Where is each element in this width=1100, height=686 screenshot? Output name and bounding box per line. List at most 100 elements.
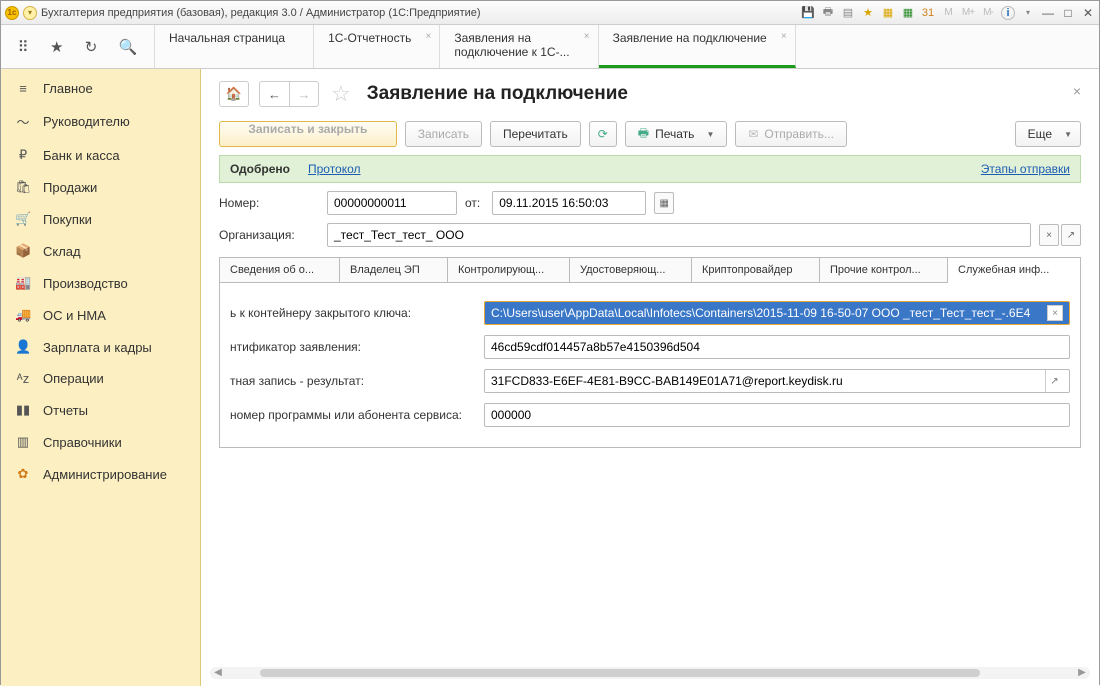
sidebar-item-label: Производство bbox=[43, 276, 128, 291]
sidebar-item-sales[interactable]: 🛍Продажи bbox=[1, 171, 200, 203]
chart-icon: 〜 bbox=[15, 112, 31, 131]
ruble-icon: ₽ bbox=[15, 147, 31, 163]
app-id-field[interactable]: 46cd59cdf014457a8b57e4150396d504 bbox=[484, 335, 1070, 359]
sidebar-item-catalogs[interactable]: ▥Справочники bbox=[1, 426, 200, 458]
sidebar-item-warehouse[interactable]: 📦Склад bbox=[1, 235, 200, 267]
print-button[interactable]: 🖶Печать▼ bbox=[625, 121, 728, 147]
send-stages-link[interactable]: Этапы отправки bbox=[981, 162, 1070, 176]
quick-access-bar: ⠿ ★ ↻ 🔍 bbox=[1, 25, 155, 68]
tab-controlling[interactable]: Контролирующ... bbox=[448, 258, 570, 283]
sidebar-item-operations[interactable]: ᴬᴢОперации bbox=[1, 363, 200, 394]
close-icon[interactable]: × bbox=[781, 31, 787, 42]
protocol-link[interactable]: Протокол bbox=[308, 162, 361, 176]
organization-field[interactable]: _тест_Тест_тест_ ООО bbox=[327, 223, 1031, 247]
status-text: Одобрено bbox=[230, 162, 290, 176]
result-account-row: тная запись - результат: 31FCD833-E6EF-4… bbox=[230, 369, 1070, 393]
close-window-icon[interactable]: ✕ bbox=[1081, 6, 1095, 20]
send-button[interactable]: ✉Отправить... bbox=[735, 121, 847, 147]
sidebar-item-reports[interactable]: ▮▮Отчеты bbox=[1, 394, 200, 426]
tab-service-info[interactable]: Служебная инф... bbox=[948, 258, 1080, 283]
forward-button[interactable]: → bbox=[289, 81, 319, 107]
sidebar-item-label: Зарплата и кадры bbox=[43, 340, 152, 355]
calculator-icon[interactable]: ▦ bbox=[901, 6, 915, 20]
scroll-left-icon[interactable]: ◀ bbox=[212, 667, 224, 679]
more-label: Еще bbox=[1028, 127, 1052, 141]
tab-home[interactable]: Начальная страница bbox=[155, 25, 314, 68]
titlebar-dropdown-icon[interactable]: ▾ bbox=[23, 6, 37, 20]
sidebar-item-manager[interactable]: 〜Руководителю bbox=[1, 104, 200, 139]
close-icon[interactable]: × bbox=[426, 31, 432, 42]
home-button[interactable]: 🏠 bbox=[219, 81, 249, 107]
status-bar: Одобрено Протокол Этапы отправки bbox=[219, 155, 1081, 183]
minimize-icon[interactable]: — bbox=[1041, 6, 1055, 20]
horizontal-scrollbar[interactable]: ◀ ▶ bbox=[210, 667, 1090, 679]
tab-certifying[interactable]: Удостоверяющ... bbox=[570, 258, 692, 283]
save-and-close-button[interactable]: Записать и закрыть bbox=[219, 121, 397, 147]
memory-m-plus[interactable]: M+ bbox=[961, 6, 975, 20]
more-button[interactable]: Еще▼ bbox=[1015, 121, 1081, 147]
save-icon[interactable]: 💾 bbox=[801, 6, 815, 20]
number-field[interactable]: 00000000011 bbox=[327, 191, 457, 215]
tab-crypto[interactable]: Криптопровайдер bbox=[692, 258, 820, 283]
organization-label: Организация: bbox=[219, 228, 319, 242]
sidebar-item-assets[interactable]: 🚚ОС и НМА bbox=[1, 299, 200, 331]
tab-label: Начальная страница bbox=[169, 31, 285, 45]
memory-m[interactable]: M bbox=[941, 6, 955, 20]
page-close-icon[interactable]: × bbox=[1073, 83, 1081, 99]
open-result-button[interactable]: ↗ bbox=[1045, 370, 1063, 392]
sidebar-item-label: Покупки bbox=[43, 212, 92, 227]
tab-applications-list[interactable]: Заявления на подключение к 1С-... × bbox=[440, 25, 598, 68]
person-icon: 👤 bbox=[15, 339, 31, 355]
container-path-label: ь к контейнеру закрытого ключа: bbox=[230, 306, 476, 320]
organization-row: Организация: _тест_Тест_тест_ ООО × ↗ bbox=[219, 223, 1081, 247]
star-icon[interactable]: ★ bbox=[50, 38, 63, 56]
save-button[interactable]: Записать bbox=[405, 121, 482, 147]
tab-owner[interactable]: Владелец ЭП bbox=[340, 258, 448, 283]
favorite-icon[interactable]: ★ bbox=[861, 6, 875, 20]
main-tabs: ⠿ ★ ↻ 🔍 Начальная страница 1С-Отчетность… bbox=[1, 25, 1099, 69]
info-icon[interactable]: i bbox=[1001, 6, 1015, 20]
tab-about[interactable]: Сведения об о... bbox=[220, 258, 340, 283]
window-title: Бухгалтерия предприятия (базовая), редак… bbox=[41, 7, 797, 19]
sidebar-item-purchases[interactable]: 🛒Покупки bbox=[1, 203, 200, 235]
document-toolbar: Записать и закрыть Записать Перечитать ⟳… bbox=[219, 121, 1081, 147]
calendar-button[interactable]: ▦ bbox=[654, 192, 674, 214]
refresh-doc-button[interactable]: ⟳ bbox=[589, 121, 617, 147]
reread-button[interactable]: Перечитать bbox=[490, 121, 581, 147]
result-account-field[interactable]: 31FCD833-E6EF-4E81-B9CC-BAB149E01A71@rep… bbox=[484, 369, 1070, 393]
scroll-thumb[interactable] bbox=[260, 669, 980, 677]
refresh-icon: ⟳ bbox=[598, 127, 608, 141]
sidebar-item-payroll[interactable]: 👤 Зарплата и кадры bbox=[1, 331, 200, 363]
sidebar-item-admin[interactable]: ✿Администрирование bbox=[1, 458, 200, 490]
back-button[interactable]: ← bbox=[259, 81, 289, 107]
memory-m-minus[interactable]: M- bbox=[981, 6, 995, 20]
sidebar-item-bank[interactable]: ₽Банк и касса bbox=[1, 139, 200, 171]
close-icon[interactable]: × bbox=[584, 31, 590, 42]
tab-application[interactable]: Заявление на подключение × bbox=[599, 25, 796, 68]
favorite-toggle-icon[interactable]: ☆ bbox=[331, 81, 351, 107]
scroll-right-icon[interactable]: ▶ bbox=[1076, 667, 1088, 679]
sidebar-item-production[interactable]: 🏭Производство bbox=[1, 267, 200, 299]
doc-icon[interactable]: ▤ bbox=[841, 6, 855, 20]
clear-org-button[interactable]: × bbox=[1039, 224, 1059, 246]
result-account-label: тная запись - результат: bbox=[230, 374, 476, 388]
sidebar-item-label: Продажи bbox=[43, 180, 97, 195]
apps-icon[interactable]: ⠿ bbox=[18, 38, 29, 56]
calendar-icon[interactable]: 31 bbox=[921, 6, 935, 20]
sidebar-item-main[interactable]: ≡Главное bbox=[1, 73, 200, 104]
print-icon[interactable]: 🖶 bbox=[821, 6, 835, 20]
open-org-button[interactable]: ↗ bbox=[1061, 224, 1081, 246]
page-title: Заявление на подключение bbox=[367, 83, 628, 105]
maximize-icon[interactable]: □ bbox=[1061, 6, 1075, 20]
info-dropdown-icon[interactable]: ▾ bbox=[1021, 6, 1035, 20]
tab-1c-reporting[interactable]: 1С-Отчетность × bbox=[314, 25, 440, 68]
reg-number-field[interactable]: 000000 bbox=[484, 403, 1070, 427]
search-icon[interactable]: 🔍 bbox=[119, 38, 138, 56]
container-path-field[interactable]: C:\Users\user\AppData\Local\Infotecs\Con… bbox=[484, 301, 1070, 325]
tab-other-ctrl[interactable]: Прочие контрол... bbox=[820, 258, 948, 283]
grid-icon[interactable]: ▦ bbox=[881, 6, 895, 20]
date-field[interactable]: 09.11.2015 16:50:03 bbox=[492, 191, 646, 215]
app-logo-icon: 1c bbox=[5, 6, 19, 20]
book-icon: ▥ bbox=[15, 434, 31, 450]
history-icon[interactable]: ↻ bbox=[85, 38, 98, 56]
